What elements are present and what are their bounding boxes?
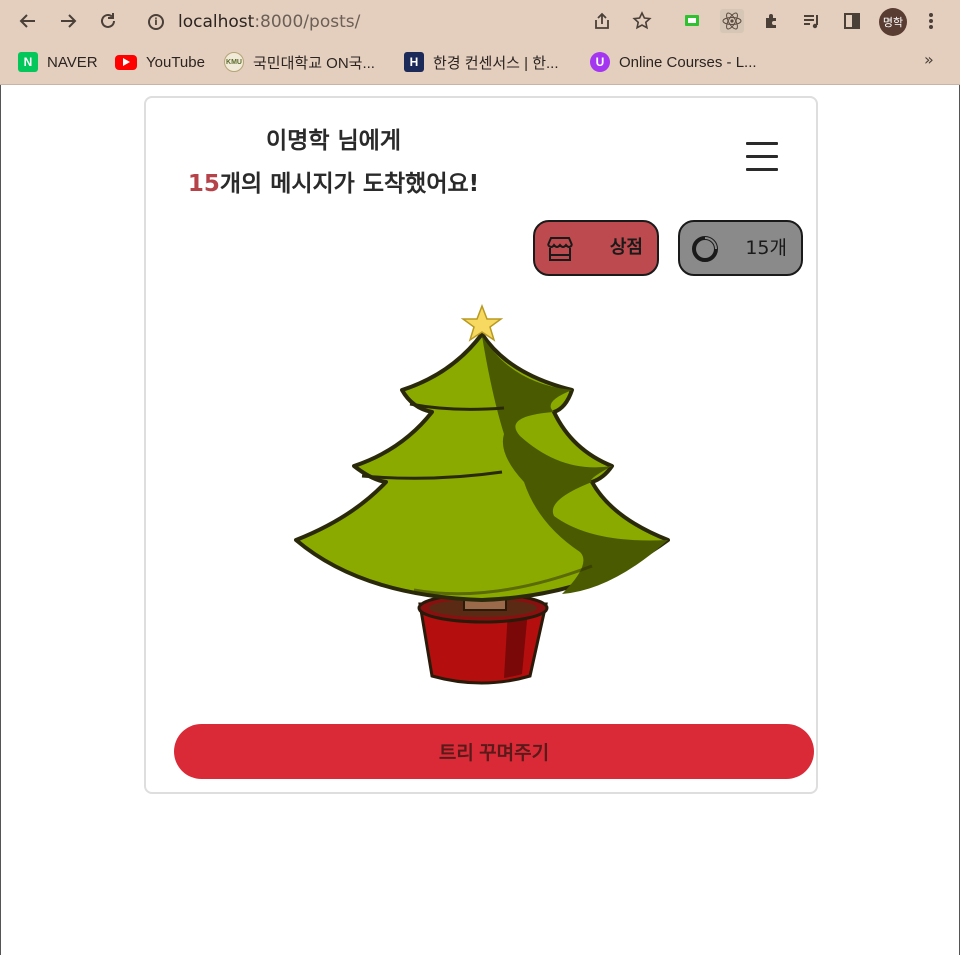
star-icon[interactable] bbox=[630, 9, 654, 33]
browser-chrome: i localhost:8000/posts/ 명학 N NAVER YouT… bbox=[0, 0, 960, 85]
decorate-tree-button[interactable]: 트리 꾸며주기 bbox=[174, 724, 814, 779]
message-count-line: 15개의 메시지가 도착했어요! bbox=[166, 163, 501, 206]
reload-icon bbox=[101, 13, 115, 28]
arrow-right-icon bbox=[61, 14, 77, 28]
extension-monitor-icon[interactable] bbox=[680, 9, 704, 33]
coin-ring-icon bbox=[692, 236, 718, 262]
share-icon[interactable] bbox=[590, 9, 614, 33]
hamburger-menu-button[interactable] bbox=[746, 142, 778, 171]
recipient-line: 이명학 님에게 bbox=[266, 128, 401, 154]
arrow-left-icon bbox=[19, 14, 35, 28]
bookmark-hankyung[interactable]: H 한경 컨센서스 | 한... bbox=[404, 51, 559, 73]
hankyung-icon: H bbox=[404, 52, 424, 72]
message-suffix: 개의 메시지가 도착했어요! bbox=[219, 171, 480, 197]
youtube-icon bbox=[115, 54, 137, 70]
profile-avatar[interactable]: 명학 bbox=[879, 8, 907, 36]
kmu-icon: KMU bbox=[224, 52, 244, 72]
bookmark-kmu[interactable]: KMU 국민대학교 ON국... bbox=[224, 51, 375, 73]
kebab-menu-icon[interactable] bbox=[919, 9, 943, 33]
coin-counter-button[interactable]: 15개 bbox=[678, 220, 803, 276]
menu-bar-line bbox=[746, 142, 778, 145]
more-bookmarks-icon[interactable]: » bbox=[924, 50, 934, 69]
main-card: 이명학 님에게 15개의 메시지가 도착했어요! 상점 15개 트리 꾸며주기 bbox=[144, 96, 818, 794]
url-path: :8000/posts/ bbox=[254, 12, 361, 32]
coin-label: 15개 bbox=[745, 237, 787, 259]
shop-label: 상점 bbox=[609, 237, 643, 258]
reload-button[interactable] bbox=[95, 8, 121, 34]
menu-bar-line bbox=[746, 155, 778, 158]
address-bar[interactable]: i localhost:8000/posts/ bbox=[148, 9, 360, 35]
navigation-bar: i localhost:8000/posts/ 명학 bbox=[0, 0, 960, 42]
forward-button[interactable] bbox=[55, 8, 81, 34]
shop-button[interactable]: 상점 bbox=[533, 220, 659, 276]
udemy-icon: U bbox=[590, 52, 610, 72]
christmas-tree-illustration bbox=[294, 304, 670, 685]
url-host: localhost bbox=[178, 12, 255, 32]
bookmark-udemy[interactable]: U Online Courses - L... bbox=[590, 51, 757, 73]
bookmark-youtube[interactable]: YouTube bbox=[115, 51, 205, 73]
menu-bar-line bbox=[746, 168, 778, 171]
store-icon bbox=[547, 237, 573, 261]
page-heading: 이명학 님에게 15개의 메시지가 도착했어요! bbox=[166, 120, 501, 206]
info-icon[interactable]: i bbox=[148, 14, 164, 30]
naver-icon: N bbox=[18, 52, 38, 72]
back-button[interactable] bbox=[15, 8, 41, 34]
message-count: 15 bbox=[187, 171, 220, 197]
side-panel-icon[interactable] bbox=[840, 9, 864, 33]
media-playlist-icon[interactable] bbox=[800, 9, 824, 33]
bookmark-naver[interactable]: N NAVER bbox=[18, 51, 98, 73]
bookmarks-bar: N NAVER YouTube KMU 국민대학교 ON국... H 한경 컨센… bbox=[0, 44, 960, 80]
react-devtools-icon[interactable] bbox=[720, 9, 744, 33]
window-edge-left bbox=[0, 85, 1, 955]
puzzle-icon[interactable] bbox=[760, 9, 784, 33]
